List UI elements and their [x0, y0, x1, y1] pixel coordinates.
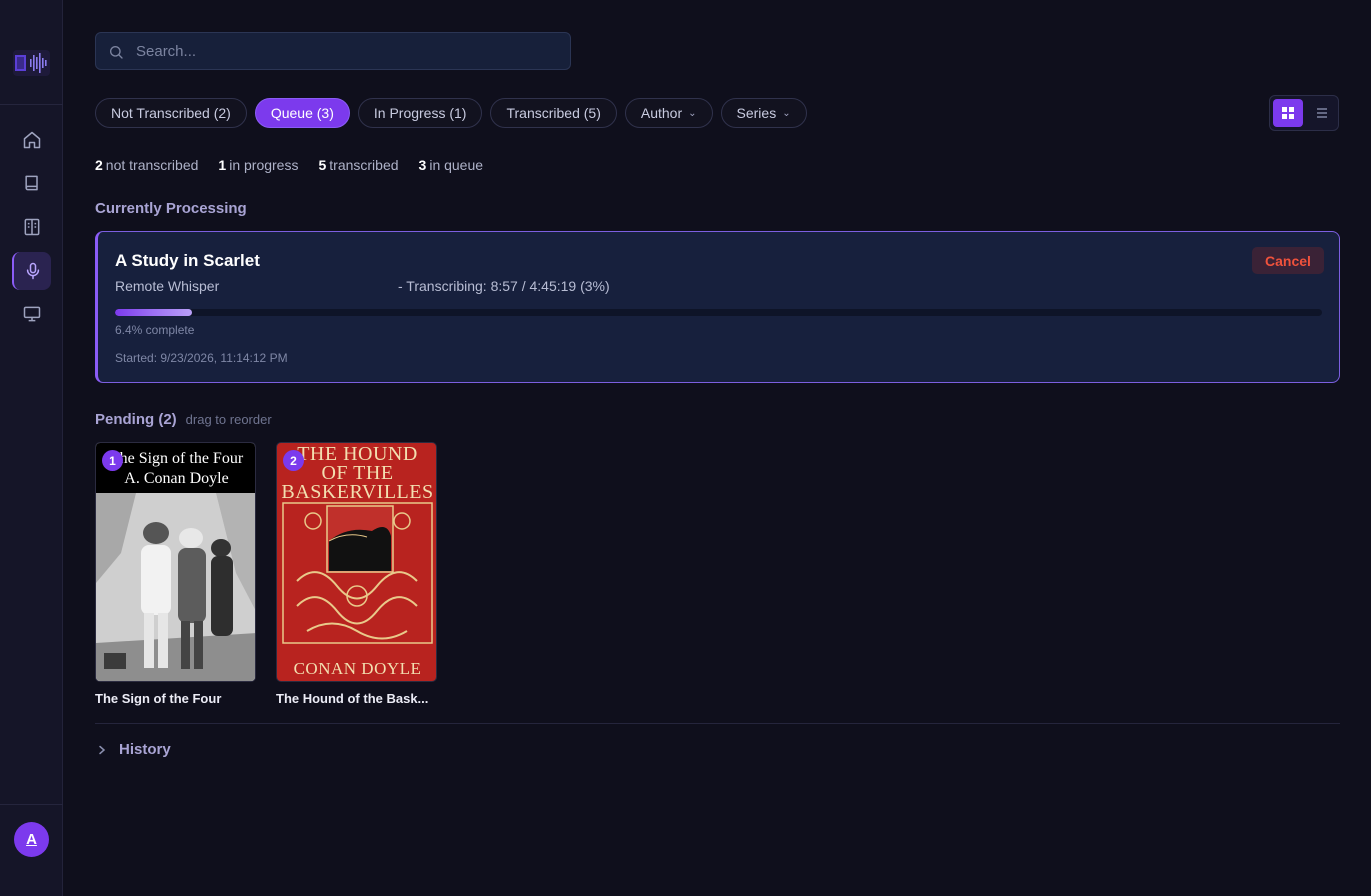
monitor-icon [23, 306, 40, 322]
filter-label: In Progress (1) [373, 105, 467, 121]
history-toggle[interactable]: History [97, 741, 171, 758]
current-job-title: A Study in Scarlet [115, 251, 260, 270]
queue-stats: 2 not transcribed 1 in progress 5 transcrib… [95, 157, 483, 173]
cover-illustration [282, 502, 433, 644]
history-label: History [119, 741, 171, 758]
chevron-down-icon: ⌄ [688, 107, 697, 119]
queue-position-badge: 1 [102, 450, 123, 471]
queue-card[interactable]: 2 THE HOUND OF THE BASKERVILLES CONAN DO… [276, 442, 437, 706]
filter-in-progress[interactable]: In Progress (1) [357, 98, 483, 128]
stat-transcribed: 5 transcribed [318, 157, 399, 173]
pending-title: Pending (2) [95, 411, 177, 428]
stat-in-queue: 3 in queue [418, 157, 484, 173]
microphone-icon [26, 262, 39, 280]
pending-heading: Pending (2) drag to reorder [95, 411, 272, 428]
filter-queue[interactable]: Queue (3) [254, 98, 350, 128]
cancel-button[interactable]: Cancel [1252, 247, 1324, 274]
currently-processing-heading: Currently Processing [95, 200, 247, 217]
cover-text: BASKERVILLES [281, 481, 434, 503]
grid-icon [1282, 107, 1294, 119]
book-cover: 2 THE HOUND OF THE BASKERVILLES CONAN DO… [276, 442, 437, 682]
progress-bar [115, 309, 1322, 316]
filter-label: Series [736, 105, 777, 121]
filter-bar: Not Transcribed (2) Queue (3) In Progres… [95, 98, 807, 128]
progress-text: 6.4% complete [115, 323, 195, 337]
book-icon [24, 175, 38, 191]
queue-card[interactable]: 1 The Sign of the Four A. Conan Doyle Th… [95, 442, 256, 706]
current-job-engine: Remote Whisper [115, 278, 220, 294]
queue-position-badge: 2 [283, 450, 304, 471]
grid-view-button[interactable] [1273, 99, 1303, 127]
nav-transcription[interactable] [12, 252, 51, 290]
filter-label: Transcribed (5) [506, 105, 601, 121]
book-cover: 1 The Sign of the Four A. Conan Doyle [95, 442, 256, 682]
app-logo[interactable] [13, 50, 50, 76]
user-avatar[interactable]: A [14, 822, 49, 857]
sidebar: A [0, 0, 63, 896]
chevron-down-icon: ⌄ [782, 107, 791, 119]
progress-bar-fill [115, 309, 193, 316]
sidebar-divider [0, 104, 63, 105]
card-title: The Hound of the Bask... [276, 691, 429, 706]
filter-author-dropdown[interactable]: Author ⌄ [624, 98, 713, 128]
filter-label: Queue (3) [270, 105, 334, 121]
nav-home[interactable] [12, 121, 51, 159]
nav-devices[interactable] [12, 295, 51, 333]
nav-library[interactable] [12, 164, 51, 202]
filter-label: Not Transcribed (2) [111, 105, 231, 121]
nav-reader[interactable] [12, 208, 51, 246]
sidebar-divider [0, 804, 63, 805]
view-toggle [1269, 95, 1339, 131]
list-icon [1317, 108, 1327, 118]
section-divider [95, 723, 1340, 724]
stat-not-transcribed: 2 not transcribed [95, 157, 199, 173]
search-icon [110, 46, 123, 59]
cover-author-text: CONAN DOYLE [293, 659, 422, 678]
current-job-card: A Study in Scarlet Remote Whisper - Tran… [95, 231, 1340, 383]
cover-illustration [96, 493, 255, 681]
filter-transcribed[interactable]: Transcribed (5) [490, 98, 617, 128]
chevron-right-icon [99, 745, 106, 754]
filter-series-dropdown[interactable]: Series ⌄ [720, 98, 807, 128]
started-time: Started: 9/23/2026, 11:14:12 PM [115, 351, 288, 365]
main-content: Not Transcribed (2) Queue (3) In Progres… [63, 0, 1371, 896]
open-book-icon [24, 218, 39, 236]
cover-title-banner: The Sign of the Four A. Conan Doyle [96, 443, 255, 493]
cover-text: A. Conan Doyle [124, 470, 229, 487]
stat-in-progress: 1 in progress [218, 157, 299, 173]
filter-not-transcribed[interactable]: Not Transcribed (2) [95, 98, 247, 128]
current-job-status: - Transcribing: 8:57 / 4:45:19 (3%) [398, 278, 610, 294]
card-title: The Sign of the Four [95, 691, 222, 706]
list-view-button[interactable] [1307, 99, 1337, 127]
home-icon [23, 131, 40, 149]
filter-label: Author [640, 105, 683, 121]
search-box [95, 32, 571, 70]
search-input[interactable] [136, 33, 556, 69]
pending-hint: drag to reorder [185, 412, 272, 427]
